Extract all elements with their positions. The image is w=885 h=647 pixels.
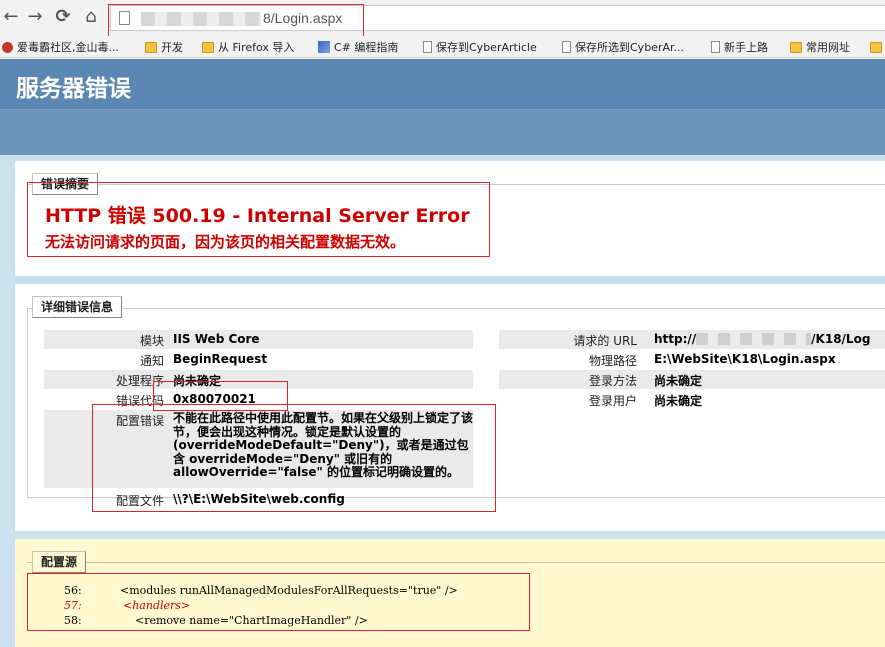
divider xyxy=(27,562,885,563)
detail-row-module: 模块 IIS Web Core xyxy=(44,330,473,349)
error-page: 服务器错误 错误摘要 HTTP 错误 500.19 - Internal Ser… xyxy=(0,59,885,647)
page-header: 服务器错误 xyxy=(0,59,885,109)
folder-icon xyxy=(145,41,157,53)
config-source-legend: 配置源 xyxy=(32,551,87,573)
detail-row-physical-path: 物理路径 E:\WebSite\K18\Login.aspx xyxy=(588,352,836,368)
detail-legend: 详细错误信息 xyxy=(32,296,123,318)
page-icon xyxy=(423,41,432,53)
folder-icon xyxy=(202,41,214,53)
bookmarks-bar: 爱毒霸社区,金山毒... 开发 从 Firefox 导入 C# 编程指南 保存到… xyxy=(0,36,885,58)
bookmark-overflow[interactable] xyxy=(870,39,885,55)
detail-row-notification: 通知 BeginRequest xyxy=(139,352,268,368)
bookmark-item[interactable]: 爱毒霸社区,金山毒... xyxy=(2,39,119,55)
forward-arrow-icon[interactable]: → xyxy=(24,6,46,28)
back-arrow-icon[interactable]: ← xyxy=(0,6,22,28)
detail-row-requested-url: 请求的 URL http:///K18/Log xyxy=(499,330,885,349)
bookmark-item[interactable]: C# 编程指南 xyxy=(318,39,398,55)
bookmark-item[interactable]: 保存到CyberArticle xyxy=(423,39,537,55)
bookmark-item[interactable]: 新手上路 xyxy=(711,39,768,55)
page-icon xyxy=(562,41,571,53)
annotation-box-config-error xyxy=(92,404,496,512)
detail-row-logon-method: 登录方法 尚未确定 xyxy=(499,370,885,389)
csharp-icon xyxy=(318,41,330,53)
page-icon xyxy=(711,41,720,53)
folder-icon xyxy=(790,41,802,53)
page-title: 服务器错误 xyxy=(16,76,131,102)
annotation-box-error-summary xyxy=(27,182,490,257)
favicon-icon xyxy=(2,41,13,53)
header-subbar xyxy=(0,109,885,155)
annotation-box-config-source xyxy=(27,573,530,631)
reload-icon[interactable]: ⟳ xyxy=(52,6,74,28)
home-icon[interactable]: ⌂ xyxy=(80,6,102,28)
detail-row-logon-user: 登录用户 尚未确定 xyxy=(588,394,703,408)
bookmark-item[interactable]: 常用网址 xyxy=(790,39,850,55)
annotation-box-url xyxy=(108,4,364,39)
folder-icon xyxy=(870,41,882,53)
bookmark-item[interactable]: 从 Firefox 导入 xyxy=(202,39,294,55)
bookmark-item[interactable]: 开发 xyxy=(145,39,183,55)
bookmark-item[interactable]: 保存所选到CyberAr... xyxy=(562,39,684,55)
redacted-host xyxy=(696,333,812,345)
